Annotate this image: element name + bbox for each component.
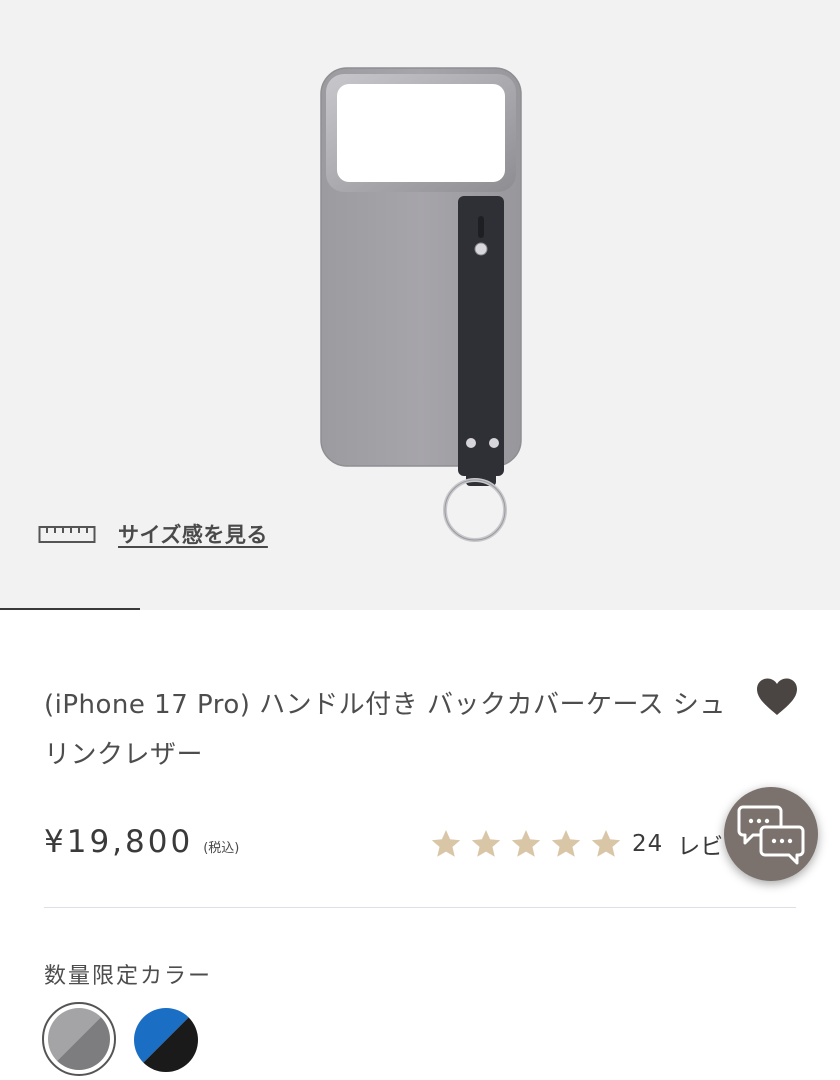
star-icon bbox=[431, 830, 461, 857]
price-row: ¥19,800 (税込) bbox=[44, 824, 239, 860]
review-count: 24 bbox=[632, 831, 664, 857]
star-icon bbox=[471, 830, 501, 857]
ruler-icon bbox=[38, 526, 96, 543]
tax-note: (税込) bbox=[203, 841, 240, 856]
star-icon bbox=[511, 830, 541, 857]
chat-button[interactable] bbox=[724, 787, 818, 881]
limited-color-heading: 数量限定カラー bbox=[44, 964, 213, 989]
star-icon bbox=[551, 830, 581, 857]
review-label: レビ bbox=[677, 834, 724, 860]
price: ¥19,800 bbox=[44, 824, 194, 860]
favorite-button[interactable] bbox=[755, 677, 799, 717]
product-title: (iPhone 17 Pro) ハンドル付き バックカバーケース シュリンクレザ… bbox=[44, 690, 726, 770]
rating-summary[interactable]: 24 レビ bbox=[430, 826, 723, 862]
product-image bbox=[320, 67, 522, 542]
carousel-indicator bbox=[0, 608, 140, 610]
section-divider bbox=[44, 907, 796, 908]
color-swatch-blue-black[interactable] bbox=[134, 1008, 198, 1072]
color-swatch-gray[interactable] bbox=[42, 1002, 116, 1076]
size-guide-label: サイズ感を見る bbox=[118, 523, 268, 547]
swatch-blue-graphic bbox=[134, 1008, 198, 1072]
heart-icon bbox=[757, 678, 797, 715]
star-icon bbox=[591, 830, 621, 857]
chat-bubbles-icon bbox=[737, 805, 805, 865]
swatch-fill bbox=[48, 1008, 110, 1070]
size-guide-link[interactable]: サイズ感を見る bbox=[38, 518, 268, 550]
product-gallery[interactable]: サイズ感を見る bbox=[0, 0, 840, 610]
swatch-gray-graphic bbox=[48, 1008, 110, 1070]
